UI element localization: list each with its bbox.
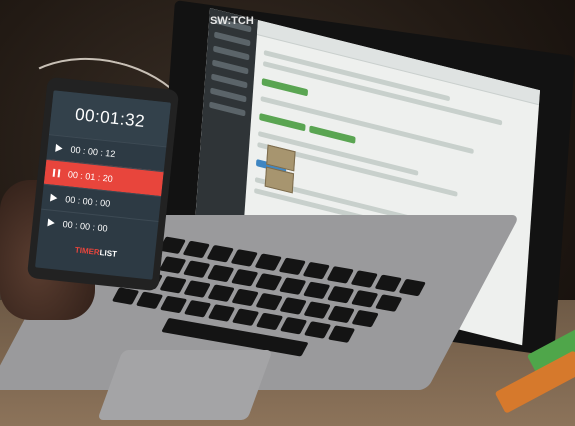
key[interactable] [159, 295, 188, 314]
key[interactable] [327, 325, 356, 343]
key[interactable] [303, 301, 331, 319]
key[interactable] [230, 249, 258, 267]
key[interactable] [278, 257, 306, 276]
logo-list: LIST [99, 248, 118, 259]
play-icon[interactable] [47, 218, 56, 228]
timer-value: 00 : 00 : 00 [64, 194, 111, 209]
timer-value: 00 : 01 : 20 [67, 169, 114, 184]
key[interactable] [350, 290, 379, 308]
key[interactable] [398, 278, 426, 297]
key[interactable] [350, 270, 378, 288]
feed-tag[interactable] [259, 112, 306, 132]
logo-text: SW:TCH [210, 15, 254, 27]
feed-tag[interactable] [261, 77, 309, 97]
key[interactable] [231, 308, 260, 326]
play-icon[interactable] [49, 193, 58, 203]
phone-screen: 00:01:32 00 : 00 : 12 00 : 01 : 20 00 : … [35, 90, 171, 280]
key[interactable] [327, 305, 355, 324]
sidebar-item[interactable] [212, 59, 249, 75]
key[interactable] [326, 285, 355, 304]
key[interactable] [254, 253, 282, 271]
key[interactable] [182, 260, 211, 278]
key[interactable] [326, 266, 354, 284]
photo-scene: SW:TCH 00:01:32 00: 00: 12 00: 01: 2… [0, 0, 575, 426]
pause-icon[interactable] [52, 168, 61, 178]
key[interactable] [158, 256, 187, 274]
key[interactable] [278, 277, 307, 295]
sidebar-item[interactable] [213, 45, 250, 61]
key[interactable] [183, 280, 211, 298]
key[interactable] [230, 268, 259, 287]
key[interactable] [111, 287, 140, 305]
timer-value: 00 : 00 : 00 [62, 219, 109, 234]
key[interactable] [279, 297, 307, 315]
timer-value: 00 : 00 : 12 [70, 144, 116, 160]
key[interactable] [279, 316, 308, 335]
key[interactable] [374, 294, 403, 312]
key[interactable] [302, 261, 330, 280]
key[interactable] [351, 309, 379, 328]
sidebar-item[interactable] [210, 87, 247, 103]
touchpad[interactable] [97, 350, 273, 420]
timerlist-logo: TIMERLIST [37, 241, 155, 262]
key[interactable] [207, 304, 236, 322]
key[interactable] [206, 244, 234, 263]
play-icon[interactable] [55, 143, 64, 153]
key[interactable] [206, 264, 235, 283]
sidebar-item[interactable] [211, 73, 248, 89]
sidebar-item[interactable] [209, 101, 246, 117]
feed-tag[interactable] [309, 125, 356, 144]
key[interactable] [182, 240, 210, 259]
key[interactable] [255, 312, 284, 331]
switch-logo: SW:TCH [210, 15, 254, 27]
key[interactable] [374, 274, 402, 293]
key[interactable] [231, 288, 259, 307]
key[interactable] [303, 321, 332, 339]
logo-timer: TIMER [74, 245, 101, 257]
key[interactable] [254, 273, 283, 291]
key[interactable] [159, 275, 187, 294]
key[interactable] [183, 299, 212, 318]
key[interactable] [255, 292, 283, 311]
key[interactable] [302, 281, 331, 300]
key[interactable] [207, 284, 235, 302]
key[interactable] [135, 291, 164, 310]
